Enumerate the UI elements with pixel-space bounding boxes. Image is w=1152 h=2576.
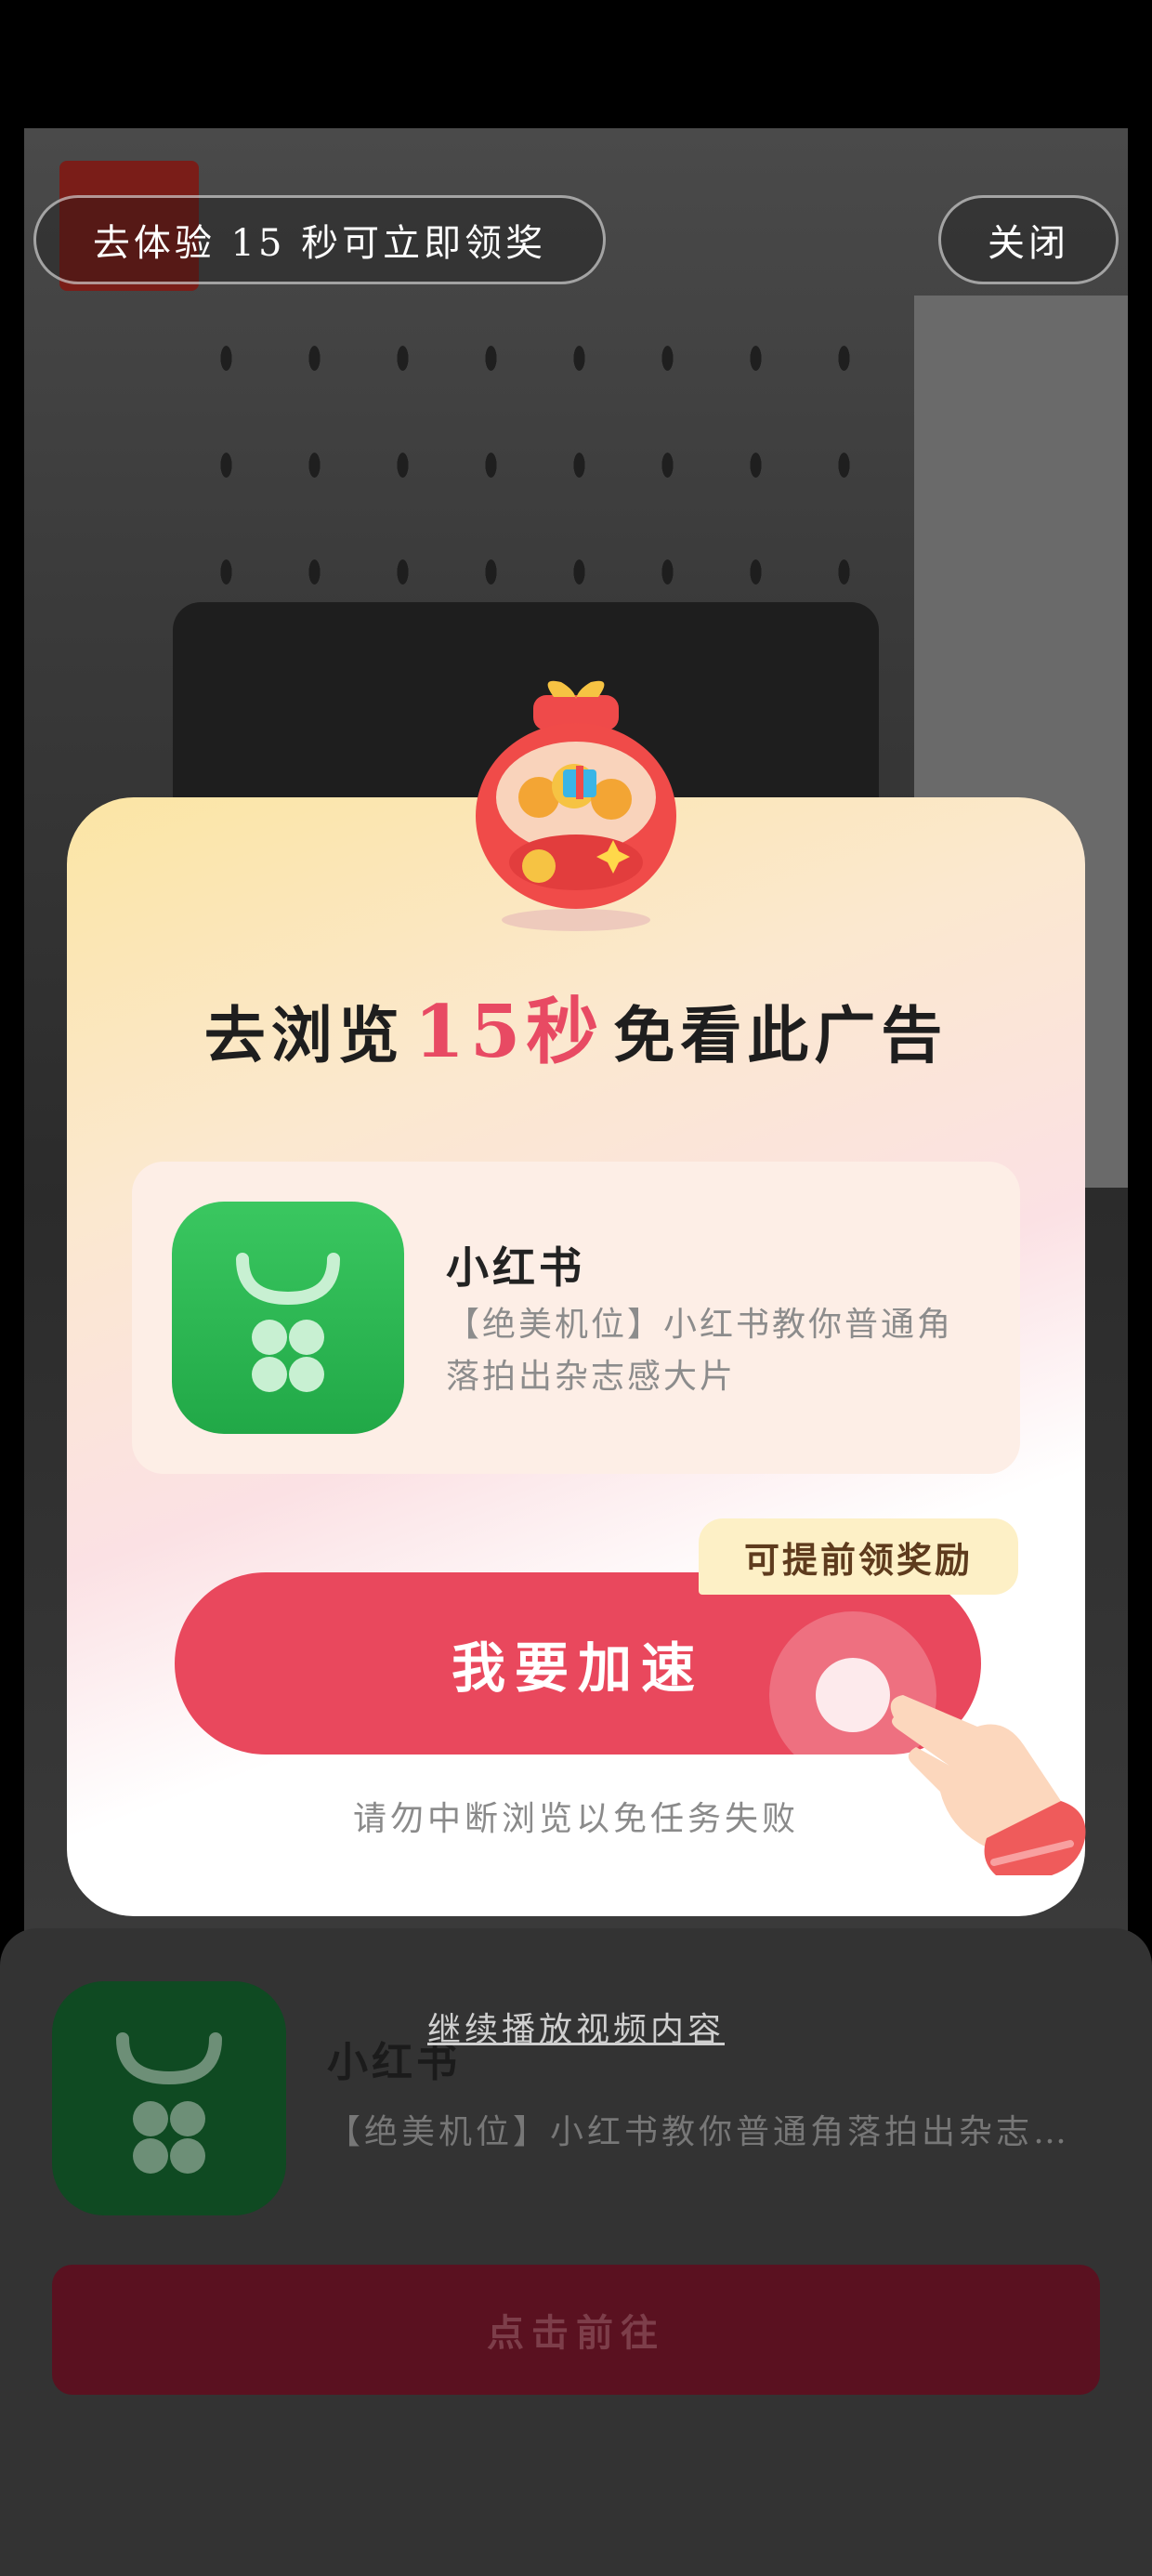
experience-reward-pill[interactable]: 去体验 15 秒可立即领奖 (33, 195, 606, 284)
pointing-hand-icon (890, 1695, 1086, 1875)
speed-up-button[interactable]: 我要加速 (175, 1572, 981, 1755)
reward-modal: 去浏览 15秒 免看此广告 小红书 【绝美机位】小红书教你普通角落拍出杂志感大片 可… (67, 680, 1086, 1916)
app-name: 小红书 (446, 1242, 585, 1293)
treasure-jar-icon (476, 680, 676, 931)
continue-video-link[interactable]: 继续播放视频内容 (0, 2003, 1152, 2051)
speed-up-label: 我要加速 (451, 1636, 704, 1700)
headline-highlight: 15秒 (408, 974, 609, 1078)
close-button[interactable]: 关闭 (938, 195, 1119, 284)
headline-suffix: 免看此广告 (613, 999, 949, 1071)
early-reward-badge: 可提前领奖励 (699, 1518, 1018, 1595)
shopping-bag-icon (236, 1253, 340, 1392)
app-description: 【绝美机位】小红书教你普通角落拍出杂志感大片 (446, 1306, 954, 1396)
modal-headline: 去浏览 15秒 免看此广告 (67, 974, 1085, 1078)
sheet-app-description: 【绝美机位】小红书教你普通角落拍出杂志感大片 (327, 2113, 1070, 2151)
app-info-card[interactable]: 小红书 【绝美机位】小红书教你普通角落拍出杂志感大片 (132, 1162, 1020, 1474)
headline-prefix: 去浏览 (203, 999, 405, 1071)
xiaohongshu-app-icon (172, 1202, 404, 1434)
go-button[interactable]: 点击前往 (52, 2265, 1100, 2395)
